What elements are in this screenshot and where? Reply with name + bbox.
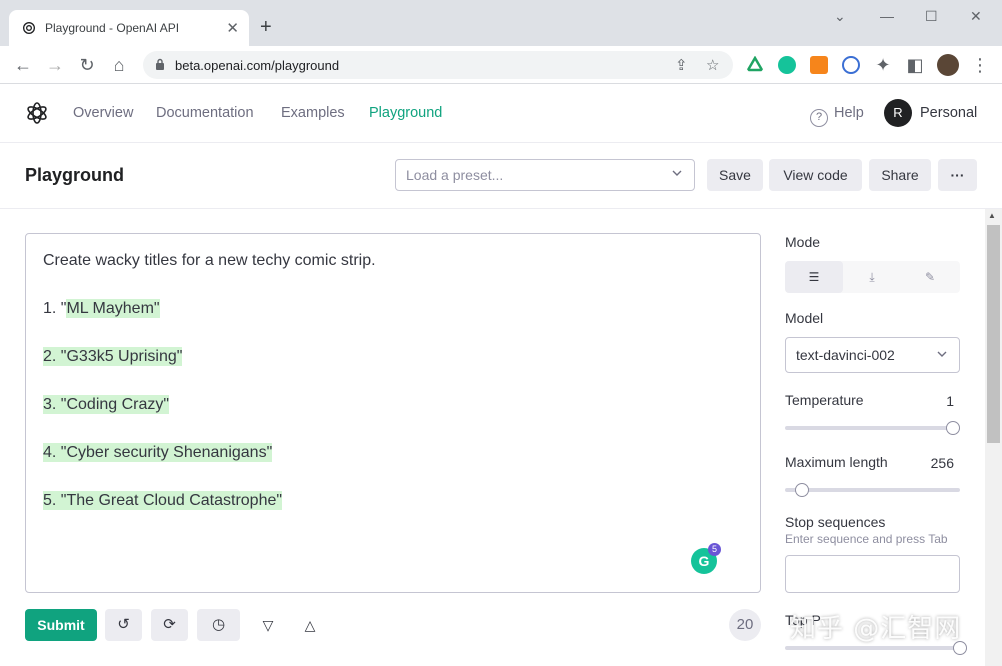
max-length-value[interactable]: 256 [914,455,954,471]
model-value: text-davinci-002 [796,347,895,363]
extensions-puzzle-icon[interactable]: ✦ [873,55,893,75]
scroll-up-arrow-icon[interactable]: ▲ [988,211,996,220]
chevron-down-icon [672,170,682,176]
temperature-slider-track[interactable] [785,426,960,430]
grammarly-extension-icon[interactable] [778,56,796,74]
account-name[interactable]: Personal [920,105,977,121]
address-bar[interactable]: beta.openai.com/playground ⇪ ☆ [143,51,733,79]
top-p-slider-track[interactable] [785,646,960,650]
temperature-value[interactable]: 1 [914,393,954,409]
completion-highlight: ML Mayhem" [66,299,160,318]
browser-menu-icon[interactable]: ⋮ [970,55,990,75]
minimize-button[interactable]: — [880,8,894,24]
app-header: Overview Documentation Examples Playgrou… [0,85,1002,143]
model-select[interactable]: text-davinci-002 [785,337,960,373]
undo-icon: ↺ [117,616,130,633]
help-link[interactable]: ? Help [810,105,864,127]
temperature-label: Temperature [785,392,864,408]
max-length-slider-handle[interactable] [794,483,809,497]
completion-highlight: 5. "The Great Cloud Catastrophe" [43,491,283,510]
mode-insert-tab[interactable]: ⤓ [843,261,901,293]
privacy-extension-icon[interactable] [842,56,860,74]
token-count-badge: 20 [729,609,761,641]
thumbs-down-icon[interactable]: ▽ [256,613,280,637]
profile-avatar[interactable] [937,54,959,76]
completion-line-4: 4. "Cyber security Shenanigans" [43,443,273,462]
stop-sequences-hint: Enter sequence and press Tab [785,532,948,546]
save-button[interactable]: Save [707,159,763,191]
preset-select[interactable]: Load a preset... [395,159,695,191]
close-window-button[interactable]: ✕ [970,8,982,25]
browser-tab[interactable]: Playground - OpenAI API ✕ [9,10,249,46]
complete-icon: ☰ [808,270,820,284]
view-code-button[interactable]: View code [769,159,862,191]
insert-icon: ⤓ [869,270,875,284]
openai-favicon-icon [23,22,35,34]
edit-icon: ✎ [924,270,936,284]
stop-sequences-input[interactable] [785,555,960,593]
share-button[interactable]: Share [869,159,931,191]
stop-sequences-label: Stop sequences [785,514,886,530]
new-tab-button[interactable]: + [260,17,272,37]
tab-title: Playground - OpenAI API [45,21,180,35]
openai-logo-icon[interactable] [25,101,49,125]
preset-placeholder: Load a preset... [406,167,504,183]
nav-playground[interactable]: Playground [369,105,442,121]
bookmark-star-icon[interactable]: ☆ [706,56,719,74]
regenerate-icon: ⟳ [163,616,176,633]
completion-highlight: 2. "G33k5 Uprising" [43,347,183,366]
regenerate-button[interactable]: ⟳ [151,609,188,641]
more-options-button[interactable]: ··· [938,159,977,191]
nav-overview[interactable]: Overview [73,105,133,121]
history-icon: ◷ [211,616,226,633]
completion-line-2: 2. "G33k5 Uprising" [43,347,183,366]
mode-edit-tab[interactable]: ✎ [901,261,959,293]
scrollbar-thumb[interactable] [987,225,1000,443]
max-length-label: Maximum length [785,454,888,470]
tab-search-chevron-icon[interactable]: ⌄ [834,8,846,25]
nav-documentation[interactable]: Documentation [156,105,254,121]
help-question-icon: ? [810,109,828,127]
reload-icon[interactable]: ↻ [77,55,97,75]
history-button[interactable]: ◷ [197,609,240,641]
url-text: beta.openai.com/playground [175,58,340,73]
thumbs-up-icon[interactable]: △ [298,613,322,637]
browser-tab-strip: Playground - OpenAI API ✕ + ⌄ — ☐ ✕ [0,0,1002,46]
submit-button[interactable]: Submit [25,609,97,641]
grammarly-count-badge: 5 [708,543,721,556]
maximize-button[interactable]: ☐ [925,8,938,25]
undo-button[interactable]: ↺ [105,609,142,641]
mode-complete-tab[interactable]: ☰ [785,261,843,293]
browser-toolbar: ← → ↻ ⌂ beta.openai.com/playground ⇪ ☆ ✦… [0,46,1002,84]
prompt-editor[interactable]: Create wacky titles for a new techy comi… [25,233,761,593]
share-icon[interactable]: ⇪ [675,56,688,74]
model-label: Model [785,310,824,326]
completion-line-3: 3. "Coding Crazy" [43,395,170,414]
completion-prefix: 1. " [43,300,67,317]
chevron-down-icon [937,351,947,357]
mode-label: Mode [785,234,821,250]
prompt-text: Create wacky titles for a new techy comi… [43,252,376,269]
account-avatar[interactable]: R [884,99,912,127]
forward-arrow-icon[interactable]: → [45,55,65,75]
back-arrow-icon[interactable]: ← [13,55,33,75]
playground-toolbar: Playground Load a preset... Save View co… [0,143,1002,209]
help-label: Help [834,105,864,121]
completion-highlight: 3. "Coding Crazy" [43,395,170,414]
mode-segmented-control: ☰ ⤓ ✎ [785,261,960,293]
max-length-slider-track[interactable] [785,488,960,492]
completion-line-5: 5. "The Great Cloud Catastrophe" [43,491,283,510]
lock-icon [156,58,164,70]
page-title: Playground [25,165,125,185]
google-drive-extension-icon[interactable] [746,56,764,74]
side-panel-icon[interactable]: ◧ [905,55,925,75]
nav-examples[interactable]: Examples [281,105,345,121]
temperature-slider-handle[interactable] [946,421,960,435]
metamask-extension-icon[interactable] [810,56,828,74]
completion-line-1: 1. "ML Mayhem" [43,299,160,318]
completion-highlight: 4. "Cyber security Shenanigans" [43,443,273,462]
tab-close-icon[interactable]: ✕ [226,19,239,37]
watermark-overlay: 知乎 @汇智网 [790,614,962,644]
home-icon[interactable]: ⌂ [109,55,129,75]
